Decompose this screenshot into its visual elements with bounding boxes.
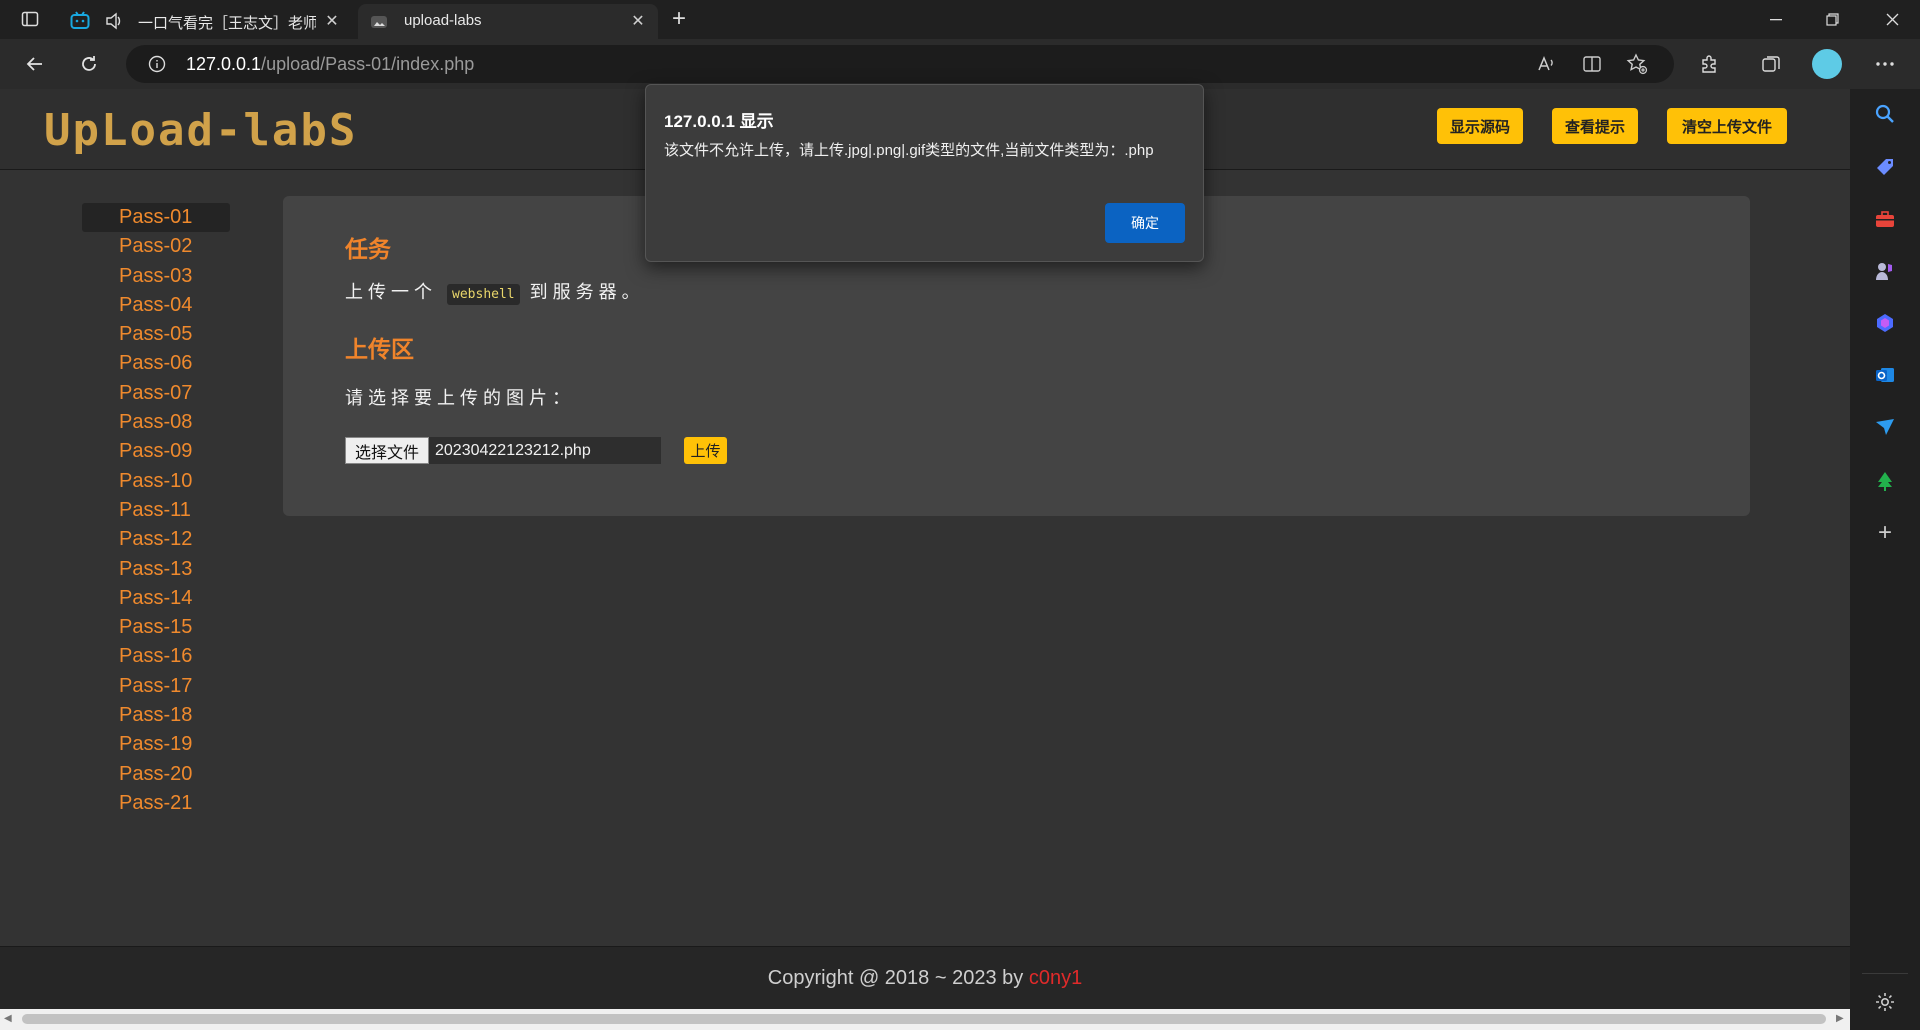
pass-item[interactable]: Pass-09 [82, 437, 230, 466]
pass-item[interactable]: Pass-13 [82, 555, 230, 584]
pass-item[interactable]: Pass-07 [82, 379, 230, 408]
task-text-before: 上传一个 [345, 282, 437, 302]
send-icon[interactable] [1871, 413, 1899, 441]
speaker-icon[interactable] [104, 11, 124, 35]
task-description: 上传一个 webshell 到服务器。 [345, 278, 645, 305]
pass-item[interactable]: Pass-05 [82, 320, 230, 349]
pass-item[interactable]: Pass-04 [82, 291, 230, 320]
site-logo[interactable]: UpLoad-labS [44, 105, 357, 156]
scrollbar-thumb[interactable] [22, 1014, 1826, 1024]
pass-item[interactable]: Pass-03 [82, 262, 230, 291]
pass-item[interactable]: Pass-14 [82, 584, 230, 613]
upload-section-title: 上传区 [345, 336, 414, 362]
back-arrow-icon[interactable] [18, 47, 52, 81]
pass-item[interactable]: Pass-19 [82, 730, 230, 759]
pass-item[interactable]: Pass-10 [82, 467, 230, 496]
new-tab-icon[interactable]: + [668, 5, 690, 32]
dialog-ok-button[interactable]: 确定 [1105, 203, 1185, 243]
tab-title: upload-labs [404, 12, 482, 29]
scroll-right-icon[interactable]: ▶ [1836, 1013, 1844, 1024]
show-source-button[interactable]: 显示源码 [1437, 108, 1523, 144]
tools-briefcase-icon[interactable] [1871, 205, 1899, 233]
tab-title: 一口气看完［王志文］老师 [138, 15, 316, 32]
close-tab-icon[interactable]: ✕ [322, 12, 342, 32]
upload-button[interactable]: 上传 [684, 437, 727, 464]
games-icon[interactable] [1871, 257, 1899, 285]
pass-item[interactable]: Pass-15 [82, 613, 230, 642]
site-favicon-icon [370, 13, 388, 35]
webshell-code: webshell [447, 284, 520, 305]
clear-uploads-button[interactable]: 清空上传文件 [1667, 108, 1787, 144]
pass-item[interactable]: Pass-16 [82, 642, 230, 671]
alert-dialog: 127.0.0.1 显示 该文件不允许上传，请上传.jpg|.png|.gif类… [645, 84, 1204, 262]
search-icon[interactable] [1871, 100, 1899, 128]
read-aloud-icon[interactable] [1536, 54, 1556, 78]
pass-item[interactable]: Pass-17 [82, 672, 230, 701]
task-title: 任务 [345, 236, 391, 262]
address-bar[interactable]: 127.0.0.1/upload/Pass-01/index.php [126, 45, 1674, 83]
pass-item[interactable]: Pass-08 [82, 408, 230, 437]
site-info-icon[interactable] [148, 55, 166, 78]
more-menu-icon[interactable] [1868, 47, 1902, 81]
pass-item[interactable]: Pass-21 [82, 789, 230, 818]
author-link[interactable]: c0ny1 [1029, 967, 1082, 989]
choose-file-button[interactable]: 选择文件 [345, 437, 429, 464]
browser-side-panel: + [1850, 89, 1920, 1030]
tab-actions-icon[interactable] [19, 8, 41, 30]
selected-file-name: 20230422123212.php [429, 437, 661, 464]
pass-item[interactable]: Pass-12 [82, 525, 230, 554]
horizontal-scrollbar[interactable]: ◀ ▶ [0, 1009, 1850, 1030]
url-text: 127.0.0.1/upload/Pass-01/index.php [186, 54, 474, 75]
close-window-icon[interactable] [1864, 0, 1920, 39]
pass-menu: Pass-01 Pass-02 Pass-03 Pass-04 Pass-05 … [82, 203, 230, 818]
pass-item[interactable]: Pass-18 [82, 701, 230, 730]
view-hint-button[interactable]: 查看提示 [1552, 108, 1638, 144]
refresh-icon[interactable] [72, 47, 106, 81]
copilot-icon[interactable] [1871, 309, 1899, 337]
copyright-label: Copyright @ 2018 ~ 2023 by [767, 967, 1029, 989]
pass-item[interactable]: Pass-11 [82, 496, 230, 525]
copyright-text: Copyright @ 2018 ~ 2023 by c0ny1 [0, 967, 1850, 990]
dialog-message: 该文件不允许上传，请上传.jpg|.png|.gif类型的文件,当前文件类型为：… [664, 142, 1154, 159]
settings-gear-icon[interactable] [1871, 988, 1899, 1016]
upload-prompt: 请选择要上传的图片： [345, 388, 575, 408]
close-tab-icon[interactable]: ✕ [628, 12, 648, 32]
pass-item[interactable]: Pass-01 [82, 203, 230, 233]
tree-icon[interactable] [1871, 467, 1899, 495]
add-favorite-icon[interactable] [1626, 53, 1648, 80]
minimize-icon[interactable] [1748, 0, 1804, 39]
extensions-icon[interactable] [1692, 47, 1726, 81]
navigation-bar: 127.0.0.1/upload/Pass-01/index.php [0, 39, 1920, 89]
pass-item[interactable]: Pass-06 [82, 349, 230, 378]
profile-avatar[interactable] [1810, 47, 1844, 81]
pass-item[interactable]: Pass-20 [82, 760, 230, 789]
shopping-tag-icon[interactable] [1871, 153, 1899, 181]
dialog-title: 127.0.0.1 显示 [664, 112, 774, 131]
url-path: /upload/Pass-01/index.php [261, 54, 475, 74]
bilibili-icon [70, 11, 90, 35]
tab-strip: 一口气看完［王志文］老师 ✕ upload-labs ✕ + [0, 0, 1920, 39]
task-text-after: 到服务器。 [529, 282, 645, 302]
tab-bilibili[interactable]: 一口气看完［王志文］老师 ✕ [62, 4, 352, 39]
site-footer: Copyright @ 2018 ~ 2023 by c0ny1 [0, 946, 1850, 1009]
restore-icon[interactable] [1804, 0, 1860, 39]
add-app-icon[interactable]: + [1871, 519, 1899, 547]
tab-upload-labs[interactable]: upload-labs ✕ [358, 4, 658, 39]
outlook-icon[interactable] [1871, 361, 1899, 389]
collections-icon[interactable] [1754, 47, 1788, 81]
reader-view-icon[interactable] [1582, 54, 1602, 79]
pass-item[interactable]: Pass-02 [82, 232, 230, 261]
url-host: 127.0.0.1 [186, 54, 262, 74]
scroll-left-icon[interactable]: ◀ [4, 1013, 12, 1024]
side-divider [1862, 973, 1908, 974]
